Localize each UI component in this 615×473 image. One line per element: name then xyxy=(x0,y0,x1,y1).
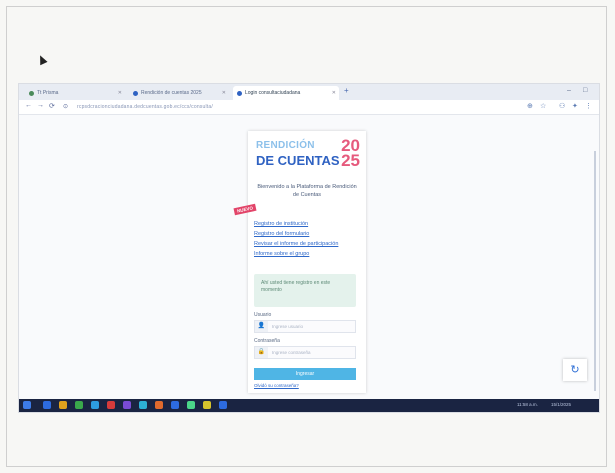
menu-icon[interactable]: ⋮ xyxy=(585,102,592,110)
password-label: Contraseña xyxy=(254,338,280,344)
profile-icon[interactable]: ⚇ xyxy=(559,102,565,110)
link-informe-grupo[interactable]: Informe sobre el grupo xyxy=(254,251,364,257)
clock: 11:58 a.m. xyxy=(517,402,538,407)
new-badge: NUEVO xyxy=(233,203,257,216)
browser-tab-bar: Tt Prisma ✕ Rendición de cuentas 2025 ✕ … xyxy=(19,84,599,100)
start-icon[interactable] xyxy=(23,401,31,409)
forgot-password-link[interactable]: Olvidó su contraseña? xyxy=(254,383,299,388)
translate-icon[interactable]: ⊕ xyxy=(527,102,533,110)
favicon-icon xyxy=(133,90,138,96)
close-tab-icon[interactable]: ✕ xyxy=(222,90,226,96)
site-info-icon[interactable]: ⊙ xyxy=(63,103,68,110)
password-input[interactable]: 🔒 Ingrese contraseña xyxy=(254,346,356,359)
maximize-button[interactable]: □ xyxy=(583,87,587,94)
quick-links: Registro de institución Registro del for… xyxy=(254,221,364,261)
logo-year-text: 20 25 xyxy=(341,136,360,170)
monitor-screen: Tt Prisma ✕ Rendición de cuentas 2025 ✕ … xyxy=(18,83,600,413)
page-content: RENDICIÓN DE CUENTAS 20 25 Bienvenido a … xyxy=(19,115,599,407)
taskbar-app-icon[interactable] xyxy=(155,401,163,409)
password-placeholder: Ingrese contraseña xyxy=(272,350,311,355)
taskbar-app-icon[interactable] xyxy=(107,401,115,409)
user-icon: 👤 xyxy=(255,321,268,332)
login-button[interactable]: Ingresar xyxy=(254,368,356,380)
new-tab-button[interactable]: + xyxy=(344,86,349,95)
lock-icon: 🔒 xyxy=(255,347,268,358)
info-notice: Ahí usted tiene registro en este momento xyxy=(254,274,356,307)
favicon-icon xyxy=(29,90,34,96)
extensions-icon[interactable]: ✦ xyxy=(572,102,578,110)
windows-taskbar: 11:58 a.m. 15/1/2025 xyxy=(19,399,599,412)
minimize-button[interactable]: – xyxy=(567,87,571,94)
reload-icon[interactable]: ⟳ xyxy=(49,102,55,110)
user-input[interactable]: 👤 Ingrese usuario xyxy=(254,320,356,333)
favicon-icon xyxy=(237,90,242,96)
recaptcha-icon[interactable]: ↻ xyxy=(563,359,587,381)
user-label: Usuario xyxy=(254,312,272,318)
tab-prisma[interactable]: Tt Prisma ✕ xyxy=(25,86,125,100)
taskbar-app-icon[interactable] xyxy=(187,401,195,409)
tab-login[interactable]: Login consultaciudadana ✕ xyxy=(233,86,339,100)
link-registro-institucion[interactable]: Registro de institución xyxy=(254,221,364,227)
address-bar-row: ← → ⟳ ⊙ rcpsdcracionciudadana.dedcuentas… xyxy=(19,100,599,115)
scrollbar[interactable] xyxy=(594,151,596,391)
tab-label: Tt Prisma xyxy=(37,90,59,96)
back-icon[interactable]: ← xyxy=(25,102,32,109)
taskbar-app-icon[interactable] xyxy=(75,401,83,409)
rendicion-logo: RENDICIÓN DE CUENTAS 20 25 xyxy=(256,136,360,176)
taskbar-app-icon[interactable] xyxy=(43,401,51,409)
taskbar-app-icon[interactable] xyxy=(139,401,147,409)
taskbar-app-icon[interactable] xyxy=(91,401,99,409)
taskbar-app-icon[interactable] xyxy=(171,401,179,409)
tab-label: Login consultaciudadana xyxy=(245,90,301,96)
close-tab-icon[interactable]: ✕ xyxy=(332,90,336,96)
date: 15/1/2025 xyxy=(551,402,572,407)
tab-label: Rendición de cuentas 2025 xyxy=(141,90,202,96)
forward-icon[interactable]: → xyxy=(37,102,44,109)
taskbar-app-icon[interactable] xyxy=(59,401,67,409)
close-tab-icon[interactable]: ✕ xyxy=(118,90,122,96)
taskbar-app-icon[interactable] xyxy=(219,401,227,409)
bookmark-icon[interactable]: ☆ xyxy=(540,102,546,110)
tab-rendicion[interactable]: Rendición de cuentas 2025 ✕ xyxy=(129,86,229,100)
taskbar-app-icon[interactable] xyxy=(123,401,131,409)
logo-year: 20 25 xyxy=(341,136,360,170)
logo-text-bottom: DE CUENTAS xyxy=(256,153,340,168)
url-field[interactable]: rcpsdcracionciudadana.dedcuentas.gob.ec/… xyxy=(77,104,213,110)
welcome-text: Bienvenido a la Plataforma de Rendición … xyxy=(257,184,357,198)
link-revisar-informe[interactable]: Revisar el informe de participación xyxy=(254,241,364,247)
taskbar-app-icon[interactable] xyxy=(203,401,211,409)
link-registro-formulario[interactable]: Registro del formulario xyxy=(254,231,364,237)
login-card: RENDICIÓN DE CUENTAS 20 25 Bienvenido a … xyxy=(233,131,366,393)
logo-text-top: RENDICIÓN xyxy=(256,140,315,151)
user-placeholder: Ingrese usuario xyxy=(272,324,304,329)
